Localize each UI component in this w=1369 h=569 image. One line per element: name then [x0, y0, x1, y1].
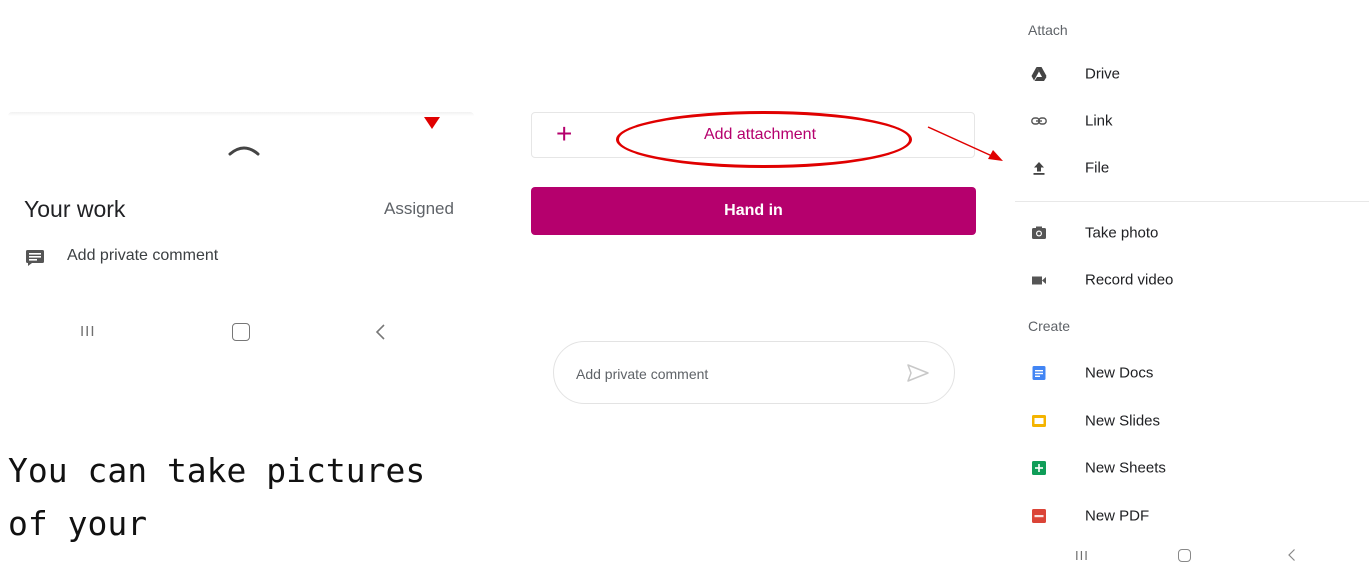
new-docs-label: New Docs	[1085, 364, 1154, 382]
comment-icon	[26, 250, 44, 266]
chevron-up-icon[interactable]	[228, 142, 260, 156]
red-marker-triangle	[424, 117, 440, 129]
red-highlight-ellipse	[616, 111, 912, 168]
menu-item-file[interactable]: File	[1015, 148, 1369, 188]
camera-icon	[1032, 226, 1046, 239]
nav-recents-button[interactable]: III	[1075, 548, 1089, 563]
new-slides-label: New Slides	[1085, 412, 1161, 430]
assignment-status: Assigned	[384, 199, 454, 218]
pdf-icon	[1032, 509, 1046, 523]
sheet-top-edge	[8, 112, 474, 116]
nav-recents-button[interactable]: III	[80, 323, 96, 340]
menu-item-link[interactable]: Link	[1015, 101, 1369, 141]
menu-item-new-sheets[interactable]: New Sheets	[1015, 448, 1369, 488]
private-comment-input[interactable]: Add private comment	[553, 341, 955, 404]
slides-icon	[1032, 415, 1046, 427]
your-work-title: Your work	[24, 196, 126, 222]
send-icon[interactable]	[906, 363, 930, 383]
instruction-caption: You can take pictures of your	[8, 451, 426, 543]
drive-label: Drive	[1085, 65, 1121, 83]
record-video-label: Record video	[1085, 271, 1174, 289]
upload-icon	[1033, 162, 1045, 175]
docs-icon	[1032, 366, 1046, 380]
add-private-comment-link[interactable]: Add private comment	[67, 247, 218, 265]
sheets-icon	[1032, 461, 1046, 475]
file-label: File	[1085, 159, 1110, 177]
attach-section-header: Attach	[1028, 22, 1068, 38]
menu-item-take-photo[interactable]: Take photo	[1015, 213, 1369, 253]
nav-back-button[interactable]	[374, 323, 386, 341]
menu-item-new-slides[interactable]: New Slides	[1015, 401, 1369, 441]
create-section-header: Create	[1028, 318, 1071, 334]
video-icon	[1032, 276, 1046, 285]
menu-item-new-docs[interactable]: New Docs	[1015, 353, 1369, 393]
menu-item-record-video[interactable]: Record video	[1015, 260, 1369, 300]
menu-item-new-pdf[interactable]: New PDF	[1015, 496, 1369, 536]
nav-home-button[interactable]	[232, 323, 250, 341]
menu-divider	[1015, 201, 1369, 202]
link-icon	[1031, 117, 1047, 125]
new-pdf-label: New PDF	[1085, 507, 1150, 525]
your-work-sheet: Your work Assigned Add private comment I…	[0, 112, 474, 362]
link-label: Link	[1085, 112, 1113, 130]
menu-item-drive[interactable]: Drive	[1015, 54, 1369, 94]
nav-home-button[interactable]	[1178, 549, 1191, 562]
attach-menu: Attach Drive Link File Take photo Record…	[1015, 0, 1369, 569]
nav-back-button[interactable]	[1287, 548, 1296, 562]
take-photo-label: Take photo	[1085, 224, 1159, 242]
hand-in-button[interactable]: Hand in	[531, 187, 976, 235]
private-comment-placeholder: Add private comment	[576, 366, 709, 382]
new-sheets-label: New Sheets	[1085, 459, 1166, 477]
drive-icon	[1031, 67, 1047, 81]
